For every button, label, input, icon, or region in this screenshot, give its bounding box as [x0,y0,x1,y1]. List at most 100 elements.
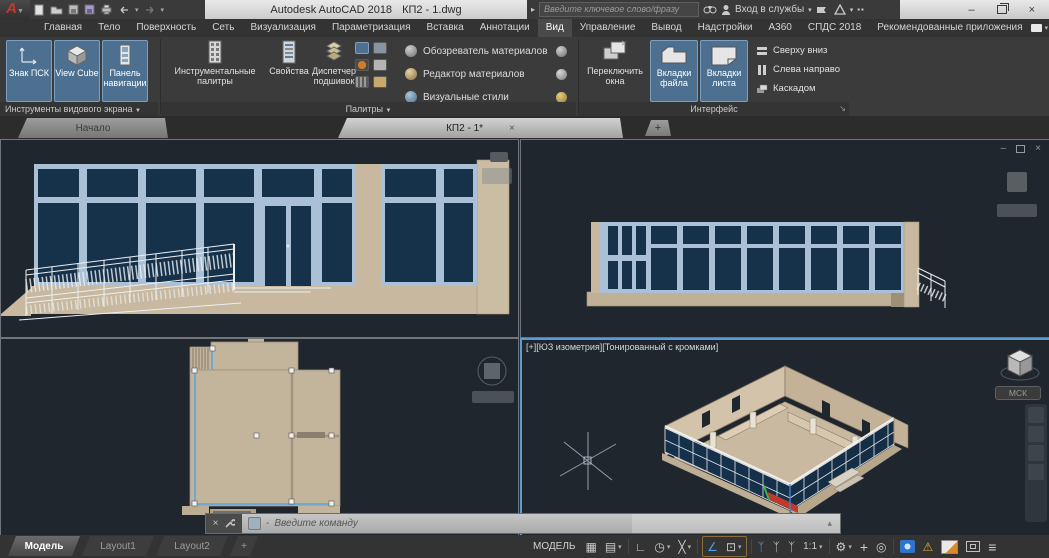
cascade-item[interactable]: Каскадом [756,81,840,96]
viewcube-button[interactable]: View Cube [54,40,100,102]
new-layout-button[interactable]: + [230,536,258,556]
isolate-image-toggle[interactable] [937,537,962,556]
layer-palette-icon[interactable] [373,42,387,54]
plot-icon[interactable] [100,4,113,15]
tab-annotatsii[interactable]: Аннотации [472,19,538,37]
isolate-objects-toggle[interactable]: ◎ [872,537,890,556]
snap-toggle[interactable]: ▤▾ [601,537,626,556]
material-browser-item[interactable]: Обозреватель материалов [405,41,548,61]
tab-poverkhnost[interactable]: Поверхность [128,19,204,37]
search-binoculars-icon[interactable] [703,4,717,15]
customization-menu[interactable]: ≡ [984,537,1000,556]
tab-vizualizatsiya[interactable]: Визуализация [242,19,323,37]
scale-dropdown-icon[interactable]: ▾ [819,543,823,551]
osnap-toggle[interactable]: ⊡▾ [722,537,746,556]
polar-dropdown-icon[interactable]: ▾ [667,543,671,551]
viewcube-icon[interactable] [999,345,1041,385]
tab-vyvod[interactable]: Вывод [643,19,689,37]
app-menu-button[interactable]: A▼ [0,0,30,19]
new-tab-button[interactable]: + [645,120,671,136]
autodesk-app-icon[interactable] [834,4,846,15]
viewcube-faded-icon[interactable] [1007,172,1027,192]
tile-horizontally-item[interactable]: Сверху вниз [756,43,840,58]
customize-wrench-icon[interactable] [224,518,235,529]
viewcube-wcs-dropdown[interactable]: МСК [995,386,1041,400]
palettes-panel-label[interactable]: Палитры ▼ [161,102,576,116]
undo-dropdown-icon[interactable]: ▾ [135,6,139,14]
scale-selector[interactable]: 1:1▾ [799,537,826,556]
viewport-front-elevation[interactable] [0,139,519,338]
file-tab-start[interactable]: Начало [18,118,168,138]
doc-close-button[interactable]: × [1035,143,1041,154]
minimize-button[interactable]: – [968,4,974,16]
open-file-icon[interactable] [50,4,63,15]
briefcase-palette-icon[interactable] [373,76,387,88]
grid-toggle[interactable]: ▦ [581,537,600,556]
markup-palette-icon[interactable] [355,59,369,71]
file-tab-document[interactable]: КП2 - 1* × [338,118,623,138]
interface-panel-label[interactable]: Интерфейс ↘ [579,102,849,116]
qat-dropdown-icon[interactable]: ▾ [161,6,165,14]
command-input[interactable]: - Введите команду [242,514,632,533]
overflow-dots-icon[interactable]: ▪▪ [857,5,865,14]
tool-palettes-button[interactable]: Инструментальные палитры [165,40,265,86]
sign-in-button[interactable]: Вход в службы [735,4,804,15]
tile-vertically-item[interactable]: Слева направо [756,62,840,77]
layout-tab-layout1[interactable]: Layout1 [82,536,154,556]
calculator-palette-icon[interactable] [373,59,387,71]
material-mini-button-1[interactable] [556,41,567,61]
annotation-scale-toggle[interactable]: ᛉ [784,537,799,556]
tab-set[interactable]: Сеть [204,19,242,37]
material-mini-button-2[interactable] [556,64,567,84]
command-close-icon[interactable]: × [213,518,219,529]
redo-icon[interactable] [144,5,156,15]
snap-dropdown-icon[interactable]: ▾ [618,543,622,551]
tab-parametrizatsiya[interactable]: Параметризация [324,19,419,37]
tab-close-icon[interactable]: × [509,123,515,134]
tab-vid[interactable]: Вид [538,19,572,37]
command-line-palette-icon[interactable] [355,42,369,54]
search-input[interactable]: Введите ключевое слово/фразу [539,2,699,17]
save-as-icon[interactable] [84,4,95,15]
isoplane-dropdown-icon[interactable]: ▾ [688,543,692,551]
tab-vstavka[interactable]: Вставка [419,19,472,37]
viewport-tools-panel-label[interactable]: Инструменты видового экрана ▼ [0,102,158,116]
tab-spds[interactable]: СПДС 2018 [800,19,869,37]
file-tabs-button[interactable]: Вкладки файла [650,40,698,102]
workspace-switcher[interactable]: ⚙▾ [832,537,856,556]
material-editor-item[interactable]: Редактор материалов [405,64,525,84]
command-expand-icon[interactable]: ▴ [827,518,832,529]
viewport-floor-plan[interactable] [0,338,519,537]
ribbon-display-toggle[interactable]: ▾ [1031,19,1049,37]
save-icon[interactable] [68,4,79,15]
app-store-icon[interactable] [816,5,830,15]
properties-button[interactable]: Свойства [266,40,312,76]
annotation-visibility-toggle[interactable]: ᛉ [754,537,769,556]
ortho-toggle[interactable]: ∟ [631,537,651,556]
workspace-dropdown-icon[interactable]: ▾ [848,543,852,551]
doc-restore-button[interactable] [1016,145,1025,153]
sheet-set-manager-button[interactable]: Диспетчер подшивок [312,40,356,86]
autoscale-toggle[interactable]: ᛉ [769,537,784,556]
tab-a360[interactable]: A360 [761,19,800,37]
ucs-icon-button[interactable]: Знак ПСК [6,40,52,102]
undo-icon[interactable] [118,5,130,15]
tab-upravlenie[interactable]: Управление [572,19,644,37]
viewport-3d-isometric[interactable]: [+][ЮЗ изометрия][Тонированный с кромкам… [520,338,1049,539]
polar-tracking-toggle[interactable]: ◷▾ [650,537,674,556]
navbar-faded-icon[interactable] [997,204,1037,217]
trusted-autodesk-toggle[interactable]: ⚠ [919,537,938,556]
viewcube-faded-icon[interactable] [474,353,510,389]
osnap-tracking-toggle[interactable]: ∠ [703,537,722,556]
app-dropdown-icon[interactable]: ▾ [850,6,854,14]
dialog-launcher-icon[interactable]: ↘ [839,102,846,116]
tab-glavnaya[interactable]: Главная [36,19,90,37]
restore-button[interactable] [997,5,1007,14]
graphics-performance-toggle[interactable] [896,537,919,556]
sign-in-dropdown-icon[interactable]: ▾ [808,6,812,14]
command-history-area[interactable]: ▴ [632,514,840,533]
isoplane-toggle[interactable]: ╳▾ [674,537,695,556]
navigation-bar[interactable] [1025,404,1047,522]
close-button[interactable]: × [1029,4,1035,16]
viewport-side-elevation[interactable]: – × [520,139,1049,338]
